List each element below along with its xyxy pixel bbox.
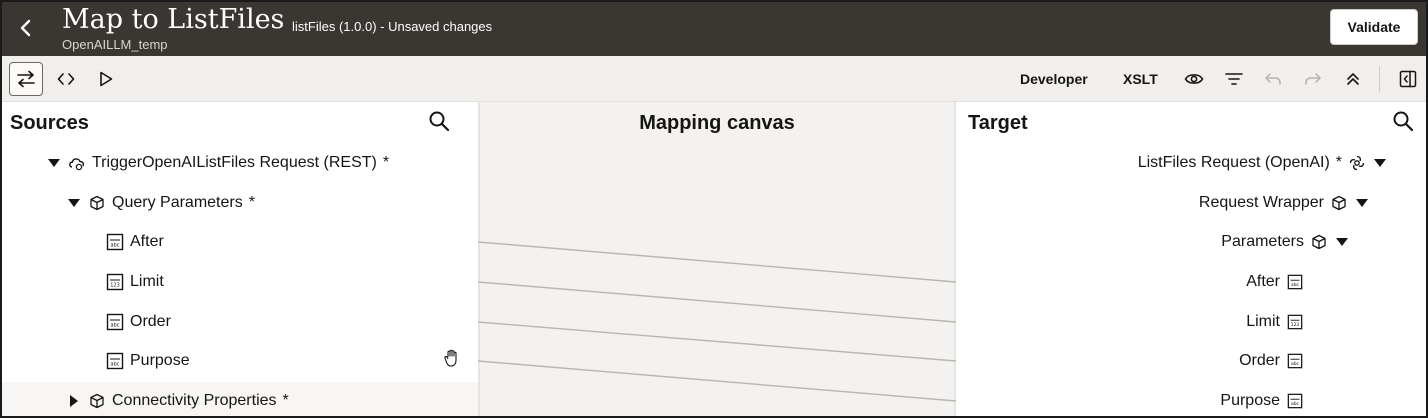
search-icon	[428, 110, 450, 132]
svg-text:123: 123	[110, 283, 120, 289]
svg-text:abc: abc	[1291, 401, 1300, 407]
caret-down-icon[interactable]	[1334, 234, 1350, 250]
target-field-label: Purpose	[1220, 392, 1280, 409]
toggle-panel-button[interactable]	[1391, 62, 1425, 96]
xslt-button[interactable]: XSLT	[1123, 71, 1158, 87]
caret-down-icon[interactable]	[1354, 195, 1370, 211]
save-status: listFiles (1.0.0) - Unsaved changes	[292, 19, 493, 34]
svg-text:123: 123	[1291, 322, 1300, 328]
source-tree-root[interactable]: TriggerOpenAIListFiles Request (REST) *	[46, 149, 389, 177]
developer-mode-button[interactable]: Developer	[1020, 71, 1088, 87]
target-field-label: Order	[1239, 352, 1280, 369]
number-field-icon: 123	[1286, 313, 1304, 331]
target-field-limit[interactable]: Limit 123	[1246, 308, 1304, 336]
svg-text:abc: abc	[111, 362, 120, 368]
collapse-all-button[interactable]	[1336, 62, 1370, 96]
required-marker: *	[248, 194, 255, 211]
source-field-label: Purpose	[130, 352, 190, 369]
target-search-button[interactable]	[1390, 108, 1416, 134]
sources-panel: Sources TriggerOpenAIListFiles Request (…	[2, 102, 478, 416]
number-field-icon: 123	[106, 273, 124, 291]
target-field-label: After	[1246, 273, 1280, 290]
svg-text:abc: abc	[111, 243, 120, 249]
source-field-label: Order	[130, 313, 171, 330]
rest-trigger-icon	[68, 154, 86, 172]
required-marker: *	[1335, 154, 1342, 171]
source-connectivity-properties[interactable]: Connectivity Properties *	[66, 387, 289, 415]
toolbar: Developer XSLT	[2, 56, 1426, 102]
source-field-after[interactable]: abc After	[106, 228, 164, 256]
view-button[interactable]	[1177, 62, 1211, 96]
openai-icon	[1348, 154, 1366, 172]
caret-down-icon[interactable]	[46, 155, 62, 171]
test-button[interactable]	[89, 62, 123, 96]
source-root-label: TriggerOpenAIListFiles Request (REST)	[92, 154, 377, 171]
target-field-purpose[interactable]: Purpose abc	[1220, 387, 1304, 415]
connectivity-properties-label: Connectivity Properties	[112, 392, 277, 409]
target-parameters[interactable]: Parameters	[1221, 228, 1350, 256]
sources-title: Sources	[10, 112, 89, 134]
filter-icon	[1225, 72, 1243, 86]
string-field-icon: abc	[106, 313, 124, 331]
cube-icon	[88, 194, 106, 212]
undo-button[interactable]	[1256, 62, 1290, 96]
caret-down-icon[interactable]	[66, 195, 82, 211]
svg-text:abc: abc	[111, 323, 120, 329]
cube-icon	[1330, 194, 1348, 212]
target-field-label: Limit	[1246, 313, 1280, 330]
query-parameters-label: Query Parameters	[112, 194, 243, 211]
side-panel-icon	[1399, 70, 1417, 88]
search-icon	[1392, 110, 1414, 132]
validate-button[interactable]: Validate	[1330, 9, 1418, 45]
string-field-icon: abc	[1286, 352, 1304, 370]
code-icon	[57, 72, 75, 86]
redo-button[interactable]	[1296, 62, 1330, 96]
svg-text:abc: abc	[1291, 361, 1300, 367]
string-field-icon: abc	[1286, 392, 1304, 410]
target-root-label: ListFiles Request (OpenAI)	[1137, 154, 1330, 171]
string-field-icon: abc	[106, 352, 124, 370]
target-field-after[interactable]: After abc	[1246, 268, 1304, 296]
integration-name: OpenAILLM_temp	[62, 37, 168, 52]
undo-icon	[1264, 72, 1282, 86]
target-title: Target	[968, 112, 1028, 134]
chevron-left-icon	[19, 19, 33, 37]
cube-icon	[88, 392, 106, 410]
grab-cursor-icon	[444, 348, 462, 368]
target-field-order[interactable]: Order abc	[1239, 347, 1304, 375]
mapper-window: Map to ListFiles OpenAILLM_temp listFile…	[0, 0, 1428, 418]
filter-button[interactable]	[1217, 62, 1251, 96]
string-field-icon: abc	[1286, 273, 1304, 291]
source-field-label: After	[130, 233, 164, 250]
caret-down-icon[interactable]	[1372, 155, 1388, 171]
page-header: Map to ListFiles OpenAILLM_temp listFile…	[2, 2, 1426, 56]
swap-arrows-icon	[16, 70, 36, 88]
back-button[interactable]	[12, 14, 40, 42]
play-icon	[99, 71, 113, 87]
double-chevron-up-icon	[1345, 71, 1361, 87]
target-tree-root[interactable]: ListFiles Request (OpenAI) *	[1138, 149, 1388, 177]
target-panel: Target ListFiles Request (OpenAI) * Requ…	[956, 102, 1426, 416]
source-query-parameters[interactable]: Query Parameters *	[66, 189, 255, 217]
parameters-label: Parameters	[1221, 233, 1304, 250]
svg-text:abc: abc	[1291, 282, 1300, 288]
sources-search-button[interactable]	[426, 108, 452, 134]
caret-right-icon[interactable]	[66, 393, 82, 409]
source-field-purpose[interactable]: abc Purpose	[106, 347, 190, 375]
source-field-order[interactable]: abc Order	[106, 308, 171, 336]
request-wrapper-label: Request Wrapper	[1198, 194, 1324, 211]
eye-icon	[1184, 72, 1204, 86]
target-request-wrapper[interactable]: Request Wrapper	[1199, 189, 1370, 217]
required-marker: *	[282, 392, 289, 409]
cube-icon	[1310, 233, 1328, 251]
swap-view-button[interactable]	[9, 62, 43, 96]
toolbar-divider	[1379, 66, 1380, 92]
string-field-icon: abc	[106, 233, 124, 251]
page-title: Map to ListFiles	[62, 4, 285, 35]
redo-icon	[1304, 72, 1322, 86]
source-field-limit[interactable]: 123 Limit	[106, 268, 164, 296]
code-view-button[interactable]	[49, 62, 83, 96]
required-marker: *	[382, 154, 390, 171]
source-field-label: Limit	[130, 273, 164, 290]
